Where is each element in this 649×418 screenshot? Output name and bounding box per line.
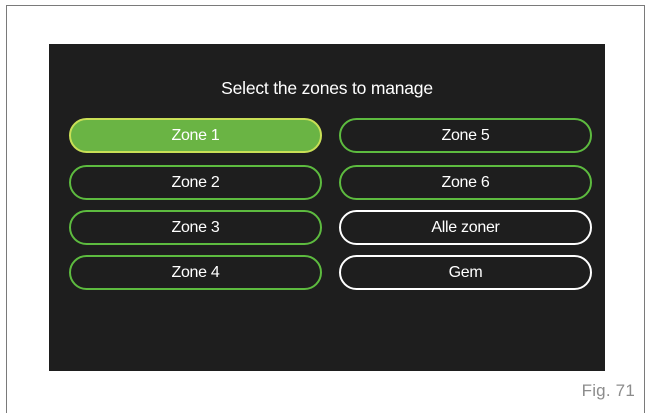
zone-6-button[interactable]: Zone 6 [339,165,592,200]
display-screen: Select the zones to manage Zone 1 Zone 2… [49,44,605,371]
zone-5-button[interactable]: Zone 5 [339,118,592,153]
zone-4-button[interactable]: Zone 4 [69,255,322,290]
figure-caption: Fig. 71 [581,381,635,400]
save-button[interactable]: Gem [339,255,592,290]
zone-2-button[interactable]: Zone 2 [69,165,322,200]
all-zones-button[interactable]: Alle zoner [339,210,592,245]
screen-title: Select the zones to manage [221,78,433,98]
zone-3-button[interactable]: Zone 3 [69,210,322,245]
zone-1-button[interactable]: Zone 1 [69,118,322,153]
